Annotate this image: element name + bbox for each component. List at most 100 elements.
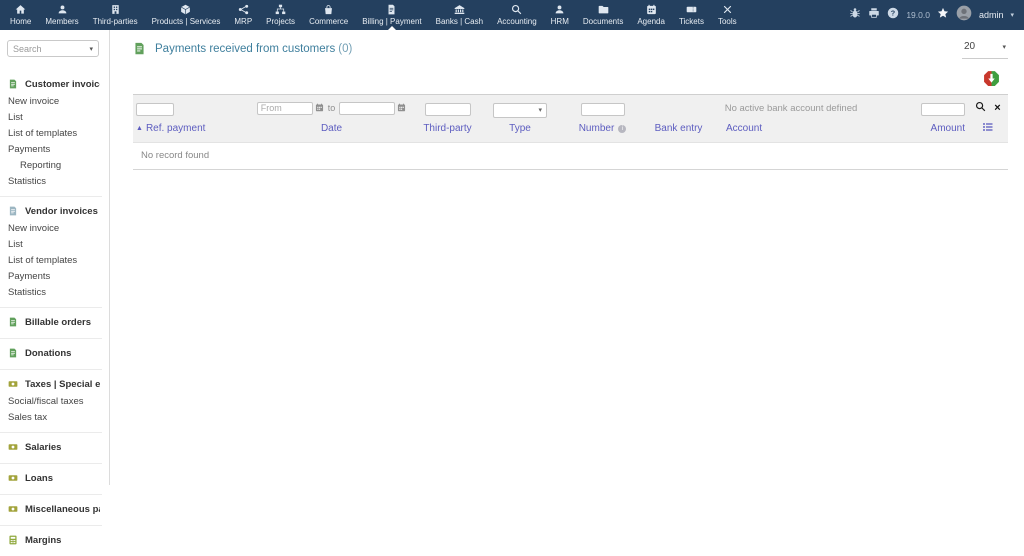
column-header-ref-payment[interactable]: ▲Ref. payment: [133, 120, 248, 143]
nodes-icon: [238, 4, 249, 15]
sidebar-item-statistics[interactable]: Statistics: [8, 284, 100, 300]
sidebar-section-title: Donations: [25, 348, 71, 359]
topmenu-label: Third-parties: [93, 17, 138, 26]
search-icon[interactable]: [975, 99, 986, 117]
export-pdf-icon[interactable]: [983, 70, 1000, 87]
page-size-value: 20: [964, 41, 975, 52]
sidebar-item-statistics[interactable]: Statistics: [8, 173, 100, 189]
help-icon[interactable]: [887, 6, 899, 24]
topmenu-item-members[interactable]: Members: [38, 0, 85, 30]
topmenu-item-agenda[interactable]: Agenda: [630, 0, 672, 30]
sidebar-section-header-donations[interactable]: Donations: [8, 345, 100, 362]
sidebar-item-list[interactable]: List: [8, 109, 100, 125]
search-icon: [511, 4, 522, 15]
sidebar-item-payments[interactable]: Payments: [8, 141, 100, 157]
filter-amount-input[interactable]: [921, 103, 965, 116]
topmenu-item-accounting[interactable]: Accounting: [490, 0, 544, 30]
topmenu-item-tools[interactable]: Tools: [711, 0, 744, 30]
bug-icon[interactable]: [849, 6, 861, 24]
sidebar-section-header-loans[interactable]: Loans: [8, 470, 100, 487]
sidebar-section-donations: Donations: [0, 338, 102, 369]
money-icon: [8, 503, 18, 515]
main-content: Payments received from customers(0) 20 ▾…: [110, 30, 1024, 519]
bookmark-star-icon[interactable]: [937, 6, 949, 24]
column-header-type[interactable]: Type: [480, 120, 560, 143]
topmenu-item-documents[interactable]: Documents: [576, 0, 630, 30]
sidebar-item-list[interactable]: List: [8, 236, 100, 252]
sidebar-item-new-invoice[interactable]: New invoice: [8, 93, 100, 109]
sidebar-item-list-of-templates[interactable]: List of templates: [8, 252, 100, 268]
topmenu-label: Tools: [718, 17, 737, 26]
sidebar-section-title: Customer invoices: [25, 79, 100, 90]
sidebar-section-vendor-invoices: Vendor invoices New invoiceListList of te…: [0, 196, 102, 307]
home-icon: [15, 4, 26, 15]
user-avatar[interactable]: [956, 5, 972, 26]
page-title: Payments received from customers(0): [155, 43, 352, 55]
sitemap-icon: [275, 4, 286, 15]
sidebar-section-header-taxes-special-expe[interactable]: Taxes | Special expe…: [8, 376, 100, 393]
sidebar-item-list-of-templates[interactable]: List of templates: [8, 125, 100, 141]
page-size-selector[interactable]: 20 ▾: [962, 41, 1008, 59]
folder-icon: [598, 4, 609, 15]
clear-filter-icon[interactable]: ×: [994, 103, 1000, 114]
select-chevron-down-icon: ▾: [538, 106, 542, 114]
topmenu-item-third-parties[interactable]: Third-parties: [86, 0, 145, 30]
sidebar-section-loans: Loans: [0, 463, 102, 494]
sidebar-item-payments[interactable]: Payments: [8, 268, 100, 284]
sidebar-section-header-salaries[interactable]: Salaries: [8, 439, 100, 456]
user-menu-label[interactable]: admin: [979, 10, 1004, 20]
filter-type-select[interactable]: ▾: [493, 103, 547, 118]
topmenu-item-commerce[interactable]: Commerce: [302, 0, 355, 30]
filter-number-input[interactable]: [581, 103, 625, 116]
select-columns-icon[interactable]: [968, 120, 1008, 143]
sort-asc-icon: ▲: [136, 125, 143, 132]
column-header-row: ▲Ref. paymentDateThird-partyTypeNumberiB…: [133, 120, 1008, 143]
column-header-amount[interactable]: Amount: [870, 120, 968, 143]
sidebar-section-title: Billable orders: [25, 317, 91, 328]
user-menu-chevron-down-icon[interactable]: ▾: [1010, 11, 1014, 19]
sidebar-item-sales-tax[interactable]: Sales tax: [8, 409, 100, 425]
printer-icon[interactable]: [868, 6, 880, 24]
topmenu-label: Home: [10, 17, 31, 26]
topmenu-item-home[interactable]: Home: [3, 0, 38, 30]
filter-row: to ▾ No active bank account defined ×: [133, 95, 1008, 120]
sidebar-section-title: Vendor invoices: [25, 206, 98, 217]
column-header-third-party[interactable]: Third-party: [415, 120, 480, 143]
sidebar-item-social-fiscal-taxes[interactable]: Social/fiscal taxes: [8, 393, 100, 409]
sidebar-section-header-margins[interactable]: Margins: [8, 532, 100, 549]
search-chevron-down-icon: ▾: [89, 45, 93, 53]
filter-ref-payment-input[interactable]: [136, 103, 174, 116]
topmenu-item-billing-payment[interactable]: Billing | Payment: [355, 0, 428, 30]
filter-date-from-input[interactable]: [257, 102, 313, 115]
ticket-icon: [686, 4, 697, 15]
topmenu-item-hrm[interactable]: HRM: [544, 0, 576, 30]
sidebar-section-header-miscellaneous-paym[interactable]: Miscellaneous paym…: [8, 501, 100, 518]
column-header-bank-entry[interactable]: Bank entry: [645, 120, 712, 143]
sidebar-item-reporting[interactable]: Reporting: [8, 157, 100, 173]
column-header-date[interactable]: Date: [248, 120, 415, 143]
topmenu-label: Billing | Payment: [362, 17, 421, 26]
bill-icon: [8, 347, 18, 359]
sidebar-section-header-customer-invoices[interactable]: Customer invoices: [8, 76, 100, 93]
topmenu-item-projects[interactable]: Projects: [259, 0, 302, 30]
column-header-account[interactable]: Account: [712, 120, 870, 143]
invoice-icon: [386, 4, 397, 15]
calendar-icon[interactable]: [315, 99, 324, 117]
topmenu-item-products-services[interactable]: Products | Services: [145, 0, 228, 30]
sidebar-item-new-invoice[interactable]: New invoice: [8, 220, 100, 236]
topmenu-item-banks-cash[interactable]: Banks | Cash: [429, 0, 490, 30]
bill-icon: [8, 316, 18, 328]
filter-third-party-input[interactable]: [425, 103, 471, 116]
left-sidebar: Search ▾ Customer invoicesNew invoiceLis…: [0, 30, 110, 485]
sidebar-section-miscellaneous-paym: Miscellaneous paym…: [0, 494, 102, 525]
filter-date-to-input[interactable]: [339, 102, 395, 115]
cube-icon: [180, 4, 191, 15]
calendar-icon[interactable]: [397, 99, 406, 117]
topmenu-item-mrp[interactable]: MRP: [227, 0, 259, 30]
money-icon: [8, 472, 18, 484]
column-header-number[interactable]: Numberi: [560, 120, 645, 143]
sidebar-search-combo[interactable]: Search ▾: [7, 40, 99, 57]
sidebar-section-header-billable-orders[interactable]: Billable orders: [8, 314, 100, 331]
topmenu-item-tickets[interactable]: Tickets: [672, 0, 711, 30]
sidebar-section-header-vendor-invoices[interactable]: Vendor invoices: [8, 203, 100, 220]
